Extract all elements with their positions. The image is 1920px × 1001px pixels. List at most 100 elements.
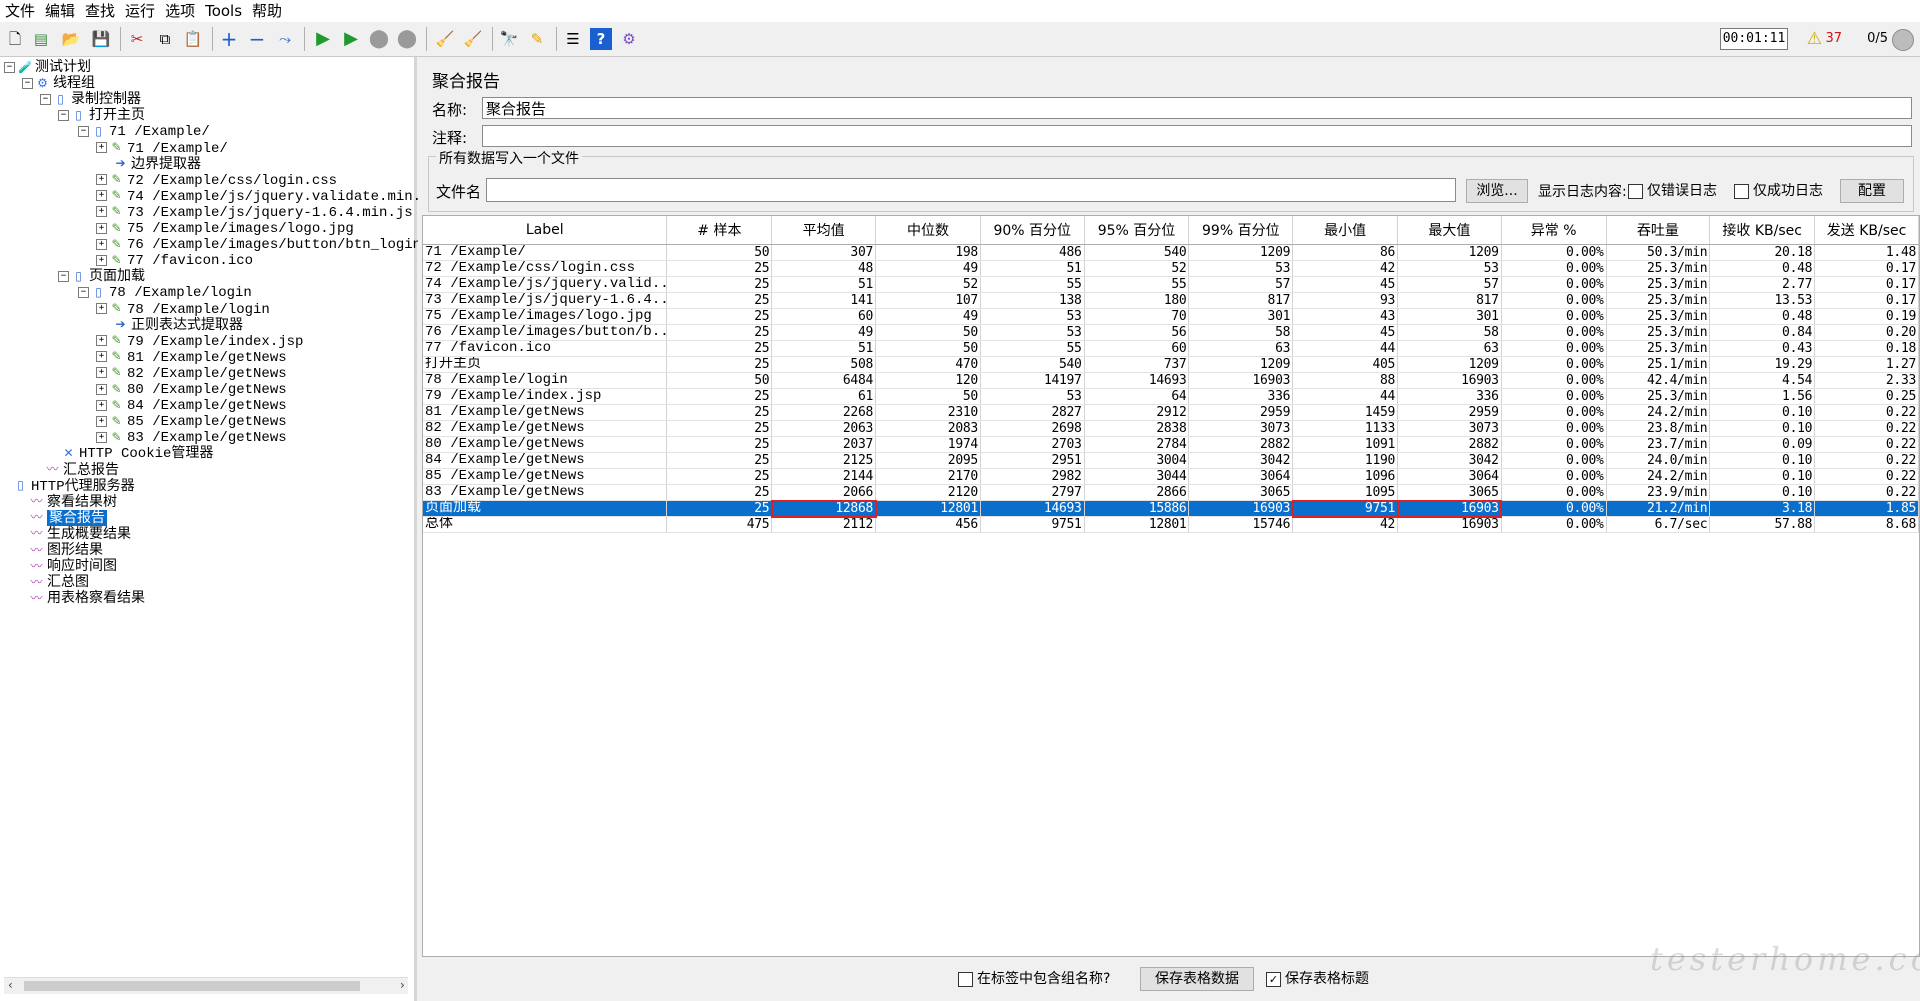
tree-node[interactable]: 〰汇总图	[30, 574, 89, 590]
expand-toggle-icon[interactable]: +	[96, 254, 107, 266]
results-table-container[interactable]: Label # 样本 平均值 中位数 90% 百分位 95% 百分位 99% 百分位 最小值最…	[422, 215, 1920, 957]
new-icon[interactable]: 🗋	[4, 28, 26, 50]
collapse-toggle-icon[interactable]: −	[4, 61, 15, 73]
warning-icon[interactable]: ⚠	[1807, 29, 1822, 49]
clear-all-icon[interactable]: 🧹	[462, 28, 484, 50]
table-row[interactable]: 72 /Example/css/login.css 25 48 49 51 52 53 42 5…	[423, 260, 1919, 277]
menu-help[interactable]: 帮助	[247, 0, 287, 22]
scroll-right-icon[interactable]: ›	[400, 978, 405, 992]
tree-node[interactable]: 〰图形结果	[30, 542, 103, 558]
tree-node[interactable]: ➔ 正则表达式提取器	[114, 317, 243, 333]
start-icon[interactable]: ▶	[312, 28, 334, 50]
table-row[interactable]: 71 /Example/50 307 198 486 540 1209 86 1209 0.00…	[423, 244, 1919, 261]
clear-icon[interactable]: 🧹	[434, 28, 456, 50]
menu-search[interactable]: 查找	[80, 0, 120, 22]
collapse-icon[interactable]: −	[246, 28, 268, 50]
expand-toggle-icon[interactable]: +	[96, 399, 107, 411]
column-header[interactable]: 异常 %	[1501, 216, 1607, 245]
cut-icon[interactable]: ✂	[126, 28, 148, 50]
scroll-left-icon[interactable]: ‹	[8, 978, 13, 992]
tree-node[interactable]: ✕ HTTP Cookie管理器	[62, 445, 213, 462]
tree-node[interactable]: 〰察看结果树	[30, 494, 117, 510]
remote-icon[interactable]: ⚙	[618, 28, 640, 50]
expand-icon[interactable]: +	[218, 28, 240, 50]
scroll-thumb[interactable]	[24, 981, 360, 991]
expand-toggle-icon[interactable]: +	[96, 335, 107, 347]
tree-node[interactable]: − ▯ 打开主页	[58, 107, 145, 123]
expand-toggle-icon[interactable]: +	[96, 174, 107, 186]
stop-icon[interactable]: ⬤	[368, 28, 390, 50]
tree-node[interactable]: 〰生成概要结果	[30, 526, 131, 542]
collapse-toggle-icon[interactable]: −	[78, 125, 89, 137]
checkbox-box[interactable]	[1628, 183, 1643, 199]
start-no-pause-icon[interactable]: ▶	[340, 28, 362, 50]
expand-toggle-icon[interactable]: +	[96, 415, 107, 427]
tree-node[interactable]: + ✎ 71 /Example/	[96, 140, 228, 157]
tree-node[interactable]: − ⚙ 线程组	[22, 75, 95, 91]
column-header[interactable]: 90% 百分位	[980, 216, 1085, 245]
menu-file[interactable]: 文件	[0, 0, 40, 22]
expand-toggle-icon[interactable]: +	[96, 303, 107, 314]
tree-node[interactable]: + ✎ 76 /Example/images/button/btn_login	[96, 236, 421, 253]
tree-node[interactable]: + ✎ 83 /Example/getNews	[96, 429, 287, 446]
expand-toggle-icon[interactable]: +	[96, 142, 107, 153]
include-group-name-checkbox[interactable]: 在标签中包含组名称?	[958, 971, 1110, 987]
expand-toggle-icon[interactable]: +	[96, 431, 107, 443]
browse-button[interactable]: 浏览...	[1466, 179, 1528, 203]
checkbox-checked-box[interactable]: ✓	[1266, 971, 1281, 987]
table-row[interactable]: 总体 475 2112 456 9751 12801 15746 42 16903 0.00% 6.…	[423, 516, 1919, 533]
table-row[interactable]: 80 /Example/getNews 25 2037 1974 2703 2784 288…	[423, 436, 1919, 453]
reset-search-icon[interactable]: ✎	[526, 28, 548, 50]
collapse-toggle-icon[interactable]: −	[22, 77, 33, 89]
table-row[interactable]: 页面加载 25 12868 12801 14693 15886 16903 9751 16903…	[423, 499, 1919, 518]
tree-node[interactable]: + ✎ 72 /Example/css/login.css	[96, 172, 337, 189]
open-icon[interactable]: 📂	[60, 28, 82, 50]
column-header[interactable]: # 样本	[666, 216, 773, 245]
table-row[interactable]: 打开主页 25 508 470 540 737 1209 405 1209 0.00% 25.1/m…	[423, 356, 1919, 373]
menu-tools[interactable]: Tools	[200, 0, 247, 22]
column-header[interactable]: 最大值	[1397, 216, 1502, 245]
tree-node[interactable]: − ▯ 页面加载	[58, 268, 145, 284]
tree-node[interactable]: + ✎ 82 /Example/getNews	[96, 365, 287, 382]
errors-only-checkbox[interactable]: 仅错误日志	[1628, 183, 1717, 199]
tree-node[interactable]: − ▯ 71 /Example/	[78, 123, 210, 140]
help-icon[interactable]: ?	[590, 28, 612, 50]
save-table-data-button[interactable]: 保存表格数据	[1140, 967, 1254, 991]
paste-icon[interactable]: 📋	[182, 28, 204, 50]
column-header[interactable]: 最小值	[1292, 216, 1399, 245]
column-header[interactable]: 中位数	[875, 216, 981, 245]
table-row[interactable]: 78 /Example/login 50 6484 120 14197 14693 1690…	[423, 372, 1919, 389]
table-row[interactable]: 73 /Example/js/jquery-1.6.4... 25 141 107 13…	[423, 292, 1919, 309]
table-row[interactable]: 76 /Example/images/button/b... 25 49 50 53 56…	[423, 324, 1919, 341]
table-row[interactable]: 82 /Example/getNews 25 2063 2083 2698 2838 307…	[423, 420, 1919, 437]
tree-node[interactable]: ▯ HTTP代理服务器	[14, 478, 134, 495]
tree-node[interactable]: + ✎ 80 /Example/getNews	[96, 381, 287, 398]
column-header[interactable]: 发送 KB/sec	[1814, 216, 1919, 245]
table-row[interactable]: 79 /Example/index.jsp 25 61 50 53 64 336 44 336 0…	[423, 388, 1919, 405]
tree-node[interactable]: 〰用表格察看结果	[30, 590, 145, 606]
table-row[interactable]: 75 /Example/images/logo.jpg 25 60 49 53 70 301…	[423, 308, 1919, 325]
tree-node[interactable]: 〰响应时间图	[30, 558, 117, 574]
shutdown-icon[interactable]: ⬤	[396, 28, 418, 50]
tree-node[interactable]: + ✎ 85 /Example/getNews	[96, 413, 287, 430]
templates-icon[interactable]: ▤	[30, 28, 52, 50]
save-icon[interactable]: 💾	[90, 28, 112, 50]
filename-field[interactable]	[486, 178, 1456, 202]
expand-toggle-icon[interactable]: +	[96, 222, 107, 234]
tree-node[interactable]: + ✎ 84 /Example/getNews	[96, 397, 287, 414]
tree-node[interactable]: + ✎ 81 /Example/getNews	[96, 349, 287, 366]
tree-node[interactable]: − ▯ 录制控制器	[40, 91, 141, 107]
comment-field[interactable]	[482, 125, 1912, 147]
table-row[interactable]: 83 /Example/getNews 25 2066 2120 2797 2866 306…	[423, 484, 1919, 501]
success-only-checkbox[interactable]: 仅成功日志	[1734, 183, 1823, 199]
expand-toggle-icon[interactable]: +	[96, 383, 107, 395]
tree-node[interactable]: + ✎ 73 /Example/js/jquery-1.6.4.min.js	[96, 204, 413, 221]
table-row[interactable]: 84 /Example/getNews 25 2125 2095 2951 3004 304…	[423, 452, 1919, 469]
tree-node[interactable]: 〰汇总报告	[46, 462, 119, 478]
tree-node[interactable]: + ✎ 74 /Example/js/jquery.validate.min.	[96, 188, 421, 205]
expand-toggle-icon[interactable]: +	[96, 206, 107, 218]
toggle-icon[interactable]: ⤳	[274, 28, 296, 50]
table-row[interactable]: 85 /Example/getNews 25 2144 2170 2982 3044 306…	[423, 468, 1919, 485]
menu-edit[interactable]: 编辑	[40, 0, 80, 22]
expand-toggle-icon[interactable]: +	[96, 351, 107, 363]
